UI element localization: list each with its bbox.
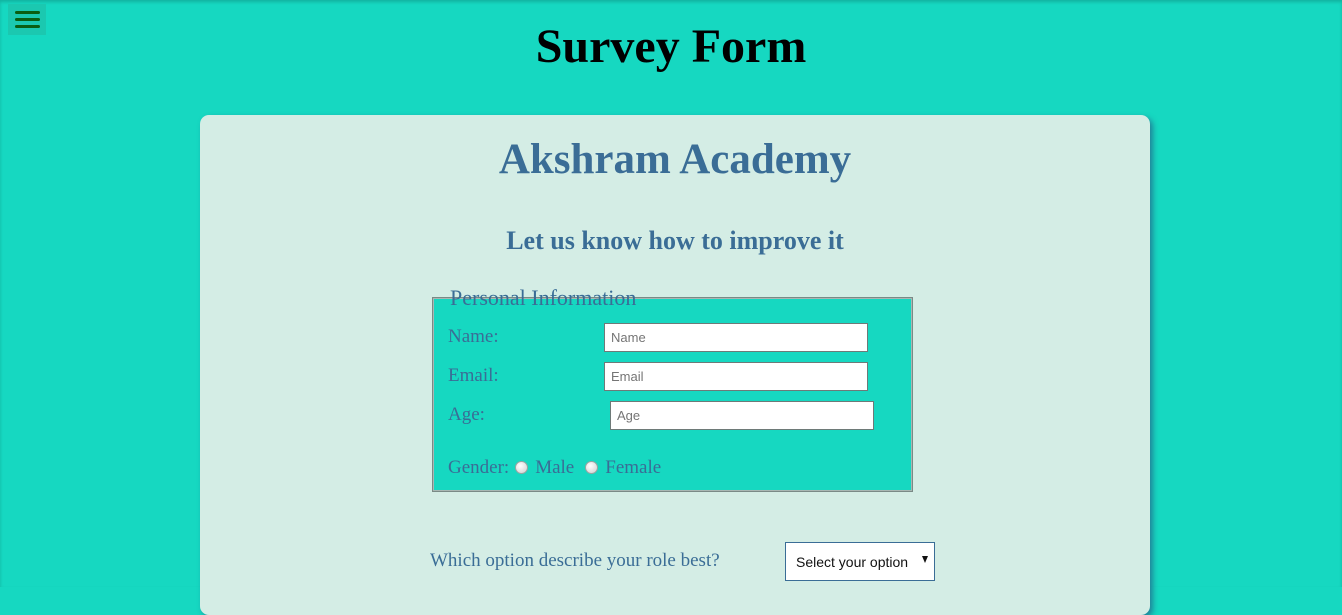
role-select[interactable]: Select your option [785, 542, 935, 581]
age-input[interactable] [610, 401, 874, 430]
email-input[interactable] [604, 362, 868, 391]
page-title: Survey Form [535, 20, 807, 73]
male-label: Male [535, 457, 575, 478]
age-label: Age: [448, 404, 485, 425]
name-input[interactable] [604, 323, 868, 352]
role-select-value: Select your option [796, 553, 909, 570]
female-label: Female [605, 457, 662, 478]
gender-row: Gender: Male Female [448, 457, 661, 479]
role-question-label: Which option describe your role best? [430, 550, 720, 571]
female-radio[interactable] [585, 460, 599, 474]
email-label: Email: [448, 365, 499, 386]
gender-label: Gender: [448, 457, 510, 478]
survey-card: Akshram Academy Let us know how to impro… [200, 115, 1150, 615]
fieldset-legend: Personal Information [450, 285, 637, 310]
tagline: Let us know how to improve it [506, 226, 844, 255]
male-radio[interactable] [515, 460, 529, 474]
personal-information-fieldset: Personal Information Name: Email: Age: G… [432, 285, 913, 492]
academy-name: Akshram Academy [498, 136, 852, 183]
name-label: Name: [448, 326, 499, 347]
dropdown-arrow-icon [922, 556, 928, 563]
menu-bar [15, 11, 40, 14]
